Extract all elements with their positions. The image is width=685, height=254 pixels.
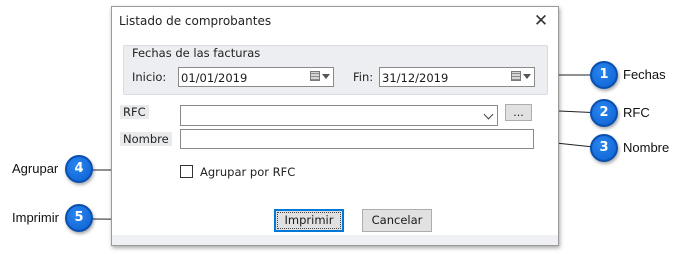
callout-label-nombre: Nombre [623, 140, 670, 155]
agrupar-por-rfc-checkbox[interactable] [180, 165, 193, 178]
inicio-label: Inicio: [132, 70, 167, 84]
fin-date-picker[interactable]: 31/12/2019 [379, 67, 535, 87]
rfc-browse-button[interactable]: ... [505, 104, 532, 121]
fin-label: Fin: [353, 70, 374, 84]
callout-badge-3: 3 [590, 134, 618, 162]
callout-badge-1: 1 [590, 61, 618, 89]
fin-date-value: 31/12/2019 [382, 71, 449, 85]
dropdown-arrow-icon [523, 74, 531, 79]
nombre-input[interactable] [180, 129, 534, 149]
calendar-icon [310, 71, 320, 81]
nombre-label: Nombre [120, 132, 172, 146]
imprimir-button[interactable]: Imprimir [274, 209, 344, 232]
fechas-group-title: Fechas de las facturas [132, 46, 261, 60]
listado-comprobantes-dialog: Listado de comprobantes ✕ Fechas de las … [111, 6, 559, 246]
inicio-date-picker[interactable]: 01/01/2019 [178, 67, 334, 87]
agrupar-por-rfc-label[interactable]: Agrupar por RFC [200, 165, 295, 179]
callout-badge-2: 2 [590, 99, 618, 127]
fin-calendar-dropdown[interactable] [510, 70, 532, 84]
rfc-combobox[interactable] [180, 105, 498, 126]
callout-label-fechas: Fechas [623, 67, 666, 82]
fechas-group: Fechas de las facturas Inicio: 01/01/201… [123, 45, 548, 95]
callout-label-imprimir: Imprimir [12, 210, 59, 225]
cancelar-button[interactable]: Cancelar [362, 209, 432, 232]
callout-label-rfc: RFC [623, 105, 650, 120]
callout-badge-4: 4 [65, 155, 93, 183]
callout-badge-5: 5 [65, 204, 93, 232]
close-icon: ✕ [533, 11, 549, 31]
rfc-label: RFC [120, 105, 149, 119]
dialog-titlebar: Listado de comprobantes ✕ [112, 7, 558, 35]
dialog-bottom-edge [112, 235, 558, 245]
focus-indicator [277, 212, 341, 229]
callout-label-agrupar: Agrupar [12, 161, 59, 176]
dropdown-arrow-icon [322, 74, 330, 79]
inicio-calendar-dropdown[interactable] [309, 70, 331, 84]
dialog-title: Listado de comprobantes [119, 14, 272, 28]
close-button[interactable]: ✕ [530, 10, 552, 32]
chevron-down-icon[interactable] [483, 109, 494, 120]
calendar-icon [511, 71, 521, 81]
inicio-date-value: 01/01/2019 [181, 71, 248, 85]
